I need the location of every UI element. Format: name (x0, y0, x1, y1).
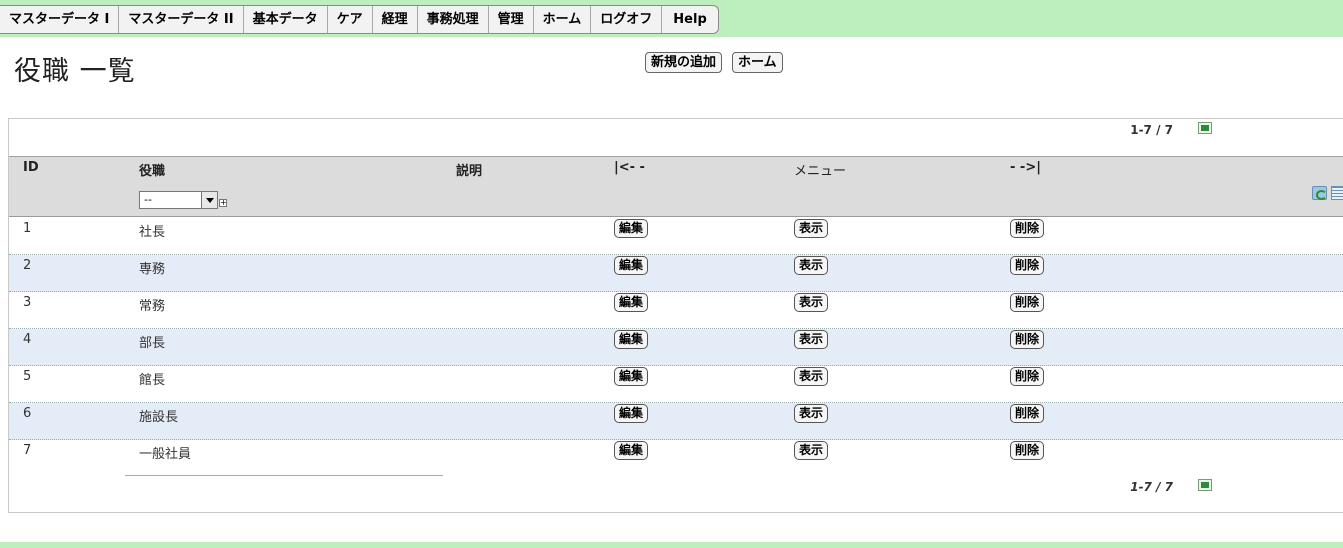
nav-master-data-1[interactable]: マスターデータ I (0, 6, 120, 33)
nav-admin[interactable]: 管理 (489, 6, 534, 33)
table-row: 4 部長 編集 表示 削除 (9, 329, 1343, 366)
main-panel: 役職 一覧 新規の追加 ホーム 1-7 / 7 ID 役職 説明 |<- - メ… (0, 37, 1343, 542)
cell-id: 2 (23, 258, 32, 273)
main-nav: マスターデータ I マスターデータ II 基本データ ケア 経理 事務処理 管理… (0, 5, 719, 34)
edit-button[interactable]: 編集 (614, 404, 649, 423)
table-row: 5 館長 編集 表示 削除 (9, 366, 1343, 403)
excel-export-icon[interactable] (1198, 122, 1212, 134)
pager-count-top: 1-7 / 7 (1130, 123, 1173, 137)
view-button[interactable]: 表示 (794, 219, 829, 238)
edit-button[interactable]: 編集 (614, 219, 649, 238)
nav-accounting[interactable]: 経理 (373, 6, 418, 33)
table-header: ID 役職 説明 |<- - メニュー - ->| -- + (9, 156, 1343, 217)
add-new-button[interactable]: 新規の追加 (645, 52, 723, 73)
pager-count-bottom: 1-7 / 7 (1130, 480, 1173, 494)
cell-position: 一般社員 (139, 447, 192, 462)
edit-button[interactable]: 編集 (614, 256, 649, 275)
delete-button[interactable]: 削除 (1010, 441, 1045, 460)
table-row: 1 社長 編集 表示 削除 (9, 218, 1343, 255)
header-menu-right[interactable]: - ->| (1010, 160, 1041, 175)
cell-position: 専務 (139, 262, 166, 277)
table-row: 7 一般社員 編集 表示 削除 (9, 440, 1343, 477)
view-button[interactable]: 表示 (794, 256, 829, 275)
table-row: 6 施設長 編集 表示 削除 (9, 403, 1343, 440)
view-button[interactable]: 表示 (794, 404, 829, 423)
table-row: 3 常務 編集 表示 削除 (9, 292, 1343, 329)
view-button[interactable]: 表示 (794, 367, 829, 386)
nav-care[interactable]: ケア (328, 6, 373, 33)
nav-office-work[interactable]: 事務処理 (418, 6, 489, 33)
header-menu: メニュー (794, 164, 847, 179)
edit-button[interactable]: 編集 (614, 293, 649, 312)
cell-position: 館長 (139, 373, 166, 388)
view-button[interactable]: 表示 (794, 293, 829, 312)
nav-master-data-2[interactable]: マスターデータ II (119, 6, 244, 33)
table-body: 1 社長 編集 表示 削除 2 専務 編集 表示 削除 3 常務 編集 表示 削… (9, 218, 1343, 477)
table-row: 2 専務 編集 表示 削除 (9, 255, 1343, 292)
refresh-icon[interactable] (1312, 186, 1327, 200)
home-button[interactable]: ホーム (732, 52, 783, 73)
view-button[interactable]: 表示 (794, 441, 829, 460)
header-description[interactable]: 説明 (456, 160, 482, 179)
cell-id: 3 (23, 295, 32, 310)
delete-button[interactable]: 削除 (1010, 219, 1045, 238)
data-grid: 1-7 / 7 ID 役職 説明 |<- - メニュー - ->| -- + 1… (8, 118, 1343, 513)
table-view-icon[interactable] (1331, 186, 1343, 200)
delete-button[interactable]: 削除 (1010, 367, 1045, 386)
delete-button[interactable]: 削除 (1010, 404, 1045, 423)
cell-position: 施設長 (139, 410, 179, 425)
view-button[interactable]: 表示 (794, 330, 829, 349)
cell-position: 社長 (139, 225, 166, 240)
filter-select-value: -- (144, 193, 152, 206)
filter-plus-icon[interactable]: + (219, 199, 227, 207)
position-filter-select[interactable]: -- (139, 191, 218, 209)
cell-id: 4 (23, 332, 32, 347)
header-position[interactable]: 役職 (139, 160, 165, 179)
cell-position: 常務 (139, 299, 166, 314)
cell-id: 5 (23, 369, 32, 384)
header-id[interactable]: ID (23, 160, 39, 175)
cell-id: 6 (23, 406, 32, 421)
divider (125, 475, 443, 476)
cell-id: 7 (23, 443, 32, 458)
delete-button[interactable]: 削除 (1010, 256, 1045, 275)
edit-button[interactable]: 編集 (614, 330, 649, 349)
nav-help[interactable]: Help (662, 6, 717, 33)
nav-basic-data[interactable]: 基本データ (244, 6, 328, 33)
cell-position: 部長 (139, 336, 166, 351)
cell-id: 1 (23, 221, 32, 236)
excel-export-icon[interactable] (1198, 479, 1212, 491)
edit-button[interactable]: 編集 (614, 367, 649, 386)
nav-logoff[interactable]: ログオフ (591, 6, 663, 33)
chevron-down-icon[interactable] (201, 192, 217, 208)
header-menu-left[interactable]: |<- - (614, 160, 645, 175)
page-title: 役職 一覧 (14, 56, 136, 87)
edit-button[interactable]: 編集 (614, 441, 649, 460)
delete-button[interactable]: 削除 (1010, 330, 1045, 349)
delete-button[interactable]: 削除 (1010, 293, 1045, 312)
nav-home[interactable]: ホーム (534, 6, 592, 33)
